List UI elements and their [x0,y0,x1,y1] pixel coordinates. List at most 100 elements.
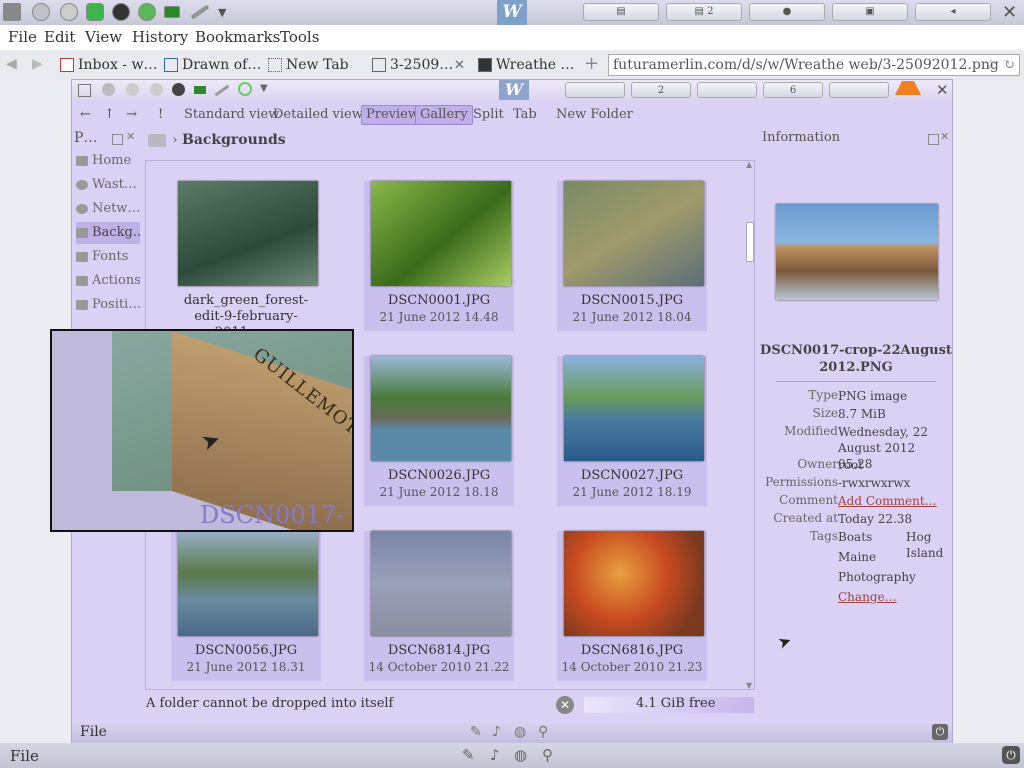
places-item-wastebin[interactable]: Wast… [76,174,140,196]
back-arrow-icon[interactable]: ◀ [6,56,17,72]
task-button-1[interactable] [565,82,625,98]
split-button[interactable]: Split [473,106,504,124]
power-icon[interactable]: ⏻ [932,724,948,740]
new-tab-plus-icon[interactable]: + [584,53,599,74]
scroll-up-icon[interactable]: ▲ [746,160,752,169]
task-button-1[interactable]: ▤ [583,3,659,21]
detailed-view-button[interactable]: Detailed view [273,106,363,124]
reload-icon[interactable]: ↻ [1003,55,1015,75]
forward-arrow-icon[interactable]: → [126,106,137,124]
menu-bookmarks[interactable]: Bookmarks [195,28,280,46]
new-folder-button[interactable]: New Folder [556,106,633,124]
vlc-icon[interactable] [895,81,921,95]
menu-view[interactable]: View [85,28,122,46]
file-tile[interactable]: DSCN0027.JPG 21 June 2012 18.19 [557,356,707,506]
footer-file-menu[interactable]: File [80,724,107,740]
tab-close-icon[interactable]: ✕ [454,58,465,73]
tab-button[interactable]: Tab [513,106,537,124]
disc-icon[interactable] [112,3,130,21]
scroll-thumb[interactable] [746,222,754,262]
file-name: DSCN0015.JPG [580,293,684,308]
file-date: 14 October 2010 21.23 [561,660,703,674]
places-item-fonts[interactable]: Fonts [76,246,140,268]
chevron-down-icon[interactable]: ▼ [260,83,268,94]
menu-file[interactable]: File [8,28,37,46]
info-value: -rwxrwxrwx [838,476,911,490]
globe-icon[interactable]: ◍ [514,724,526,740]
check-icon[interactable] [86,3,104,21]
task-button-4[interactable]: 6 [763,82,823,98]
pen-icon[interactable]: ✎ [462,746,475,764]
bookmark-star-icon[interactable]: ☆ [984,55,997,75]
green-app-icon[interactable] [138,3,156,21]
close-icon[interactable]: ✕ [1002,2,1017,23]
task-button-5[interactable]: ◂ [915,3,991,21]
file-tile[interactable]: DSCN0056.JPG 21 June 2012 18.31 [171,531,321,681]
places-item-positions[interactable]: Positi… [76,294,140,316]
file-tile[interactable]: DSCN6816.JPG 14 October 2010 21.23 [557,531,707,681]
green-app-icon[interactable] [238,82,252,96]
task-button-2[interactable]: 2 [631,82,691,98]
standard-view-button[interactable]: Standard view [184,106,279,124]
bottom-file-menu[interactable]: File [10,747,39,765]
float-icon[interactable] [928,134,939,145]
settings-icon[interactable] [102,83,115,96]
file-tile[interactable]: DSCN6814.JPG 14 October 2010 21.22 [364,531,514,681]
places-item-actions[interactable]: Actions [76,270,140,292]
exclaim-button[interactable]: ! [158,106,163,124]
file-tile[interactable]: DSCN0015.JPG 21 June 2012 18.04 [557,181,707,331]
file-view-scrollbar[interactable]: ▲ ▼ [746,160,755,690]
task-button-3[interactable] [697,82,757,98]
close-message-icon[interactable]: ✕ [556,696,574,714]
panel-close-icon[interactable]: ✕ [940,130,949,143]
tab-icon [478,58,492,72]
url-bar[interactable]: futuramerlin.com/d/s/w/Wreathe web/3-250… [608,54,1020,76]
menu-edit[interactable]: Edit [44,28,75,46]
scroll-down-icon[interactable]: ▼ [746,681,752,690]
battery-icon[interactable] [164,6,180,18]
menu-history[interactable]: History [132,28,188,46]
pen-icon[interactable] [214,84,230,97]
tab-label: Drawn of… [182,57,262,73]
forward-arrow-icon[interactable]: ▶ [32,56,43,72]
music-icon[interactable]: ♪ [492,724,501,740]
file-tile[interactable]: dark_green_forest-edit-9-february-2011.p… [171,181,321,340]
file-tile[interactable]: DSCN0001.JPG 21 June 2012 14.48 [364,181,514,331]
network-icon[interactable] [60,3,78,21]
settings-icon[interactable] [32,3,50,21]
menu-icon[interactable] [3,3,21,21]
up-arrow-icon[interactable]: ↑ [104,106,115,124]
disc-icon[interactable] [172,83,185,96]
network-icon[interactable] [126,83,139,96]
panel-close-icon[interactable]: ✕ [126,130,135,143]
places-item-home[interactable]: Home [76,150,140,172]
task-button-3[interactable]: ● [749,3,825,21]
globe-icon[interactable]: ◍ [514,746,527,764]
places-item-backgrounds[interactable]: Backg… [76,222,140,244]
browser-tab-wreathe[interactable]: Wreathe … [474,53,602,78]
power-icon[interactable]: ⏻ [1002,746,1020,764]
task-button-5[interactable] [829,82,889,98]
close-icon[interactable]: ✕ [936,81,949,99]
places-item-network[interactable]: Netw… [76,198,140,220]
breadcrumb-current[interactable]: Backgrounds [182,132,286,148]
search-icon[interactable]: ⚲ [542,746,553,764]
pen-icon[interactable] [190,4,210,20]
add-comment-link[interactable]: Add Comment… [838,493,948,509]
search-icon[interactable]: ⚲ [538,724,548,740]
folder-icon[interactable] [148,134,166,147]
task-button-2[interactable]: ▤ 2 [666,3,742,21]
app-icon[interactable] [150,83,163,96]
float-icon[interactable] [112,134,123,145]
chevron-down-icon[interactable]: ▼ [218,6,226,19]
window-menu-icon[interactable] [78,84,91,97]
pen-icon[interactable]: ✎ [470,724,482,740]
back-arrow-icon[interactable]: ← [80,106,91,124]
menu-tools[interactable]: Tools [280,28,319,46]
change-tags-link[interactable]: Change… [838,589,948,605]
task-button-4[interactable]: ▣ [832,3,908,21]
music-icon[interactable]: ♪ [490,746,500,764]
gallery-button[interactable]: Gallery [415,105,473,125]
battery-icon[interactable] [194,86,206,94]
file-tile[interactable]: DSCN0026.JPG 21 June 2012 18.18 [364,356,514,506]
